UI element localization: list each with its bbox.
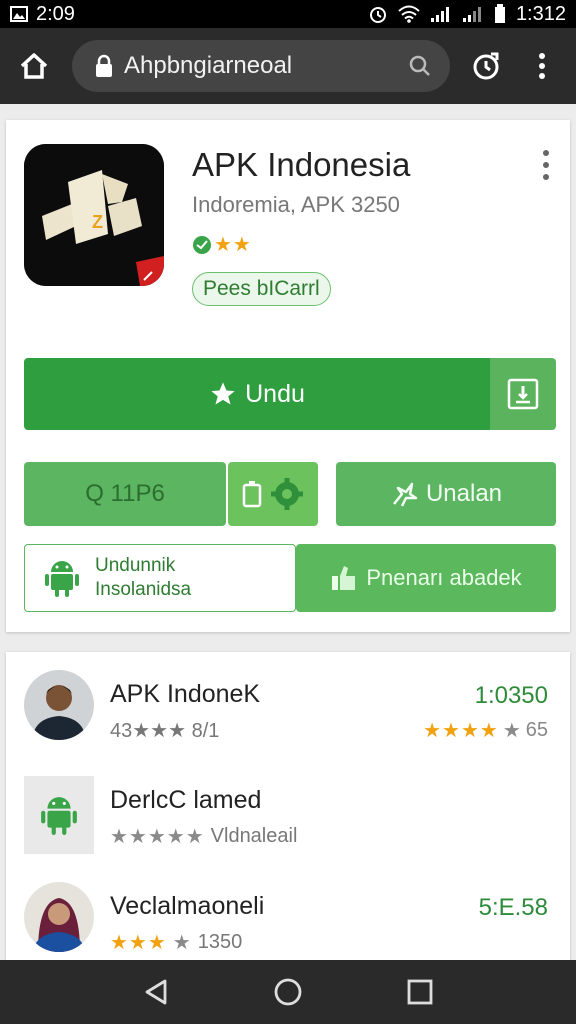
battery-icon [494,4,506,24]
tabs-icon [473,52,499,80]
alarm-icon [368,4,388,24]
wifi-icon [398,5,420,23]
app-subtitle: Indoremia, APK 3250 [192,192,400,217]
star-icon: ★★★★ [423,720,499,742]
penarik-label: Pnenarı abadek [366,565,522,590]
install-indonesia-button[interactable]: Undunnik Insolanidsa [24,544,296,612]
unalan-button[interactable]: Unalan [336,462,556,526]
android-app-icon [24,776,94,854]
home-circle-icon [274,978,302,1006]
related-apps-list: APK IndoneK 43★★★ 8/1 1:0350 ★★★★ ★ 65 De… [6,652,570,962]
install-button[interactable]: Undu [24,358,490,430]
battery-settings-button[interactable] [228,462,318,526]
recents-icon [407,979,433,1005]
download-box-icon [507,378,539,410]
install-options-button[interactable] [490,358,556,430]
size-button[interactable]: Q 11P6 [24,462,226,526]
android-icon [45,561,79,597]
overflow-menu-icon [539,53,545,79]
list-item[interactable]: Veclalmaoneli ★★★ ★ 1350 5:E.58 [6,864,570,964]
size-label: Q 11P6 [85,480,165,507]
install-indonesia-text: Undunnik Insolanidsa [95,554,191,602]
list-item-count: 65 [525,719,548,741]
badge-icon [193,235,211,254]
list-item-rating: 43★★★ 8/1 [110,720,220,742]
url-text: Ahpbngiarneoal [124,52,293,79]
thumbs-up-icon [332,566,356,590]
list-item-title: APK IndoneK [110,680,261,708]
navigation-bar [0,960,576,1024]
install-indonesia-line2: Insolanidsa [95,579,192,600]
back-button[interactable] [134,970,178,1014]
install-label: Undu [245,379,305,408]
star-icon: ★★★★★ [110,826,205,848]
recents-button[interactable] [398,970,442,1014]
list-item-value: 5:E.58 [478,894,548,921]
home-button[interactable] [14,46,54,86]
gear-icon [271,478,303,510]
battery-outline-icon [242,481,262,508]
app-card: Z APK Indonesia Indoremia, APK 3250 ★★ P… [6,120,570,632]
list-item-rating: ★★★ ★ 1350 [110,930,242,955]
category-chip[interactable]: Pees bICarrl [192,272,331,306]
app-title: APK Indonesia [192,146,411,183]
avatar [24,670,94,740]
android-icon [41,797,77,835]
star-icon [211,382,235,405]
star-empty-icon: ★ [502,720,522,742]
list-item-stars: ★★★★ ★ 65 [423,718,548,743]
app-rating: ★★ [192,232,252,257]
list-item[interactable]: DerlcC lamed ★★★★★ Vldnaleail [6,758,570,858]
svg-text:Z: Z [92,212,103,232]
unalan-label: Unalan [425,480,503,507]
card-menu-icon[interactable] [536,150,556,180]
star-icon: ★★ [214,234,252,256]
lock-icon [96,54,112,77]
list-item-title: DerlcC lamed [110,786,262,814]
list-item-title: Veclalmaoneli [110,892,265,920]
signal-icon [462,5,484,23]
status-time-right: 1:312 [515,2,566,25]
share-burst-icon [392,482,418,507]
status-time-left: 2:09 [36,2,75,25]
tabs-button[interactable] [466,46,506,86]
list-item-rating: ★★★★★ Vldnaleail [110,824,297,849]
url-bar[interactable]: Ahpbngiarneoal [72,40,450,92]
back-icon [145,979,167,1005]
home-nav-button[interactable] [266,970,310,1014]
penarik-button[interactable]: Pnenarı abadek [296,544,556,612]
list-item-subtitle: Vldnaleail [210,825,298,847]
list-item[interactable]: APK IndoneK 43★★★ 8/1 1:0350 ★★★★ ★ 65 [6,652,570,752]
install-indonesia-line1: Undunnik [95,555,176,576]
home-icon [20,53,48,79]
status-bar: 2:09 1:312 [0,0,576,28]
app-icon[interactable]: Z [24,144,164,286]
overflow-menu-button[interactable] [522,46,562,86]
gallery-icon [10,6,28,22]
search-icon[interactable] [408,54,432,78]
list-item-count: 1350 [197,931,243,953]
signal-icon [430,5,452,23]
browser-toolbar: Ahpbngiarneoal [0,28,576,104]
star-empty-icon: ★ [172,932,192,954]
list-item-value: 1:0350 [474,682,548,709]
avatar [24,882,94,952]
star-icon: ★★★ [110,932,167,954]
